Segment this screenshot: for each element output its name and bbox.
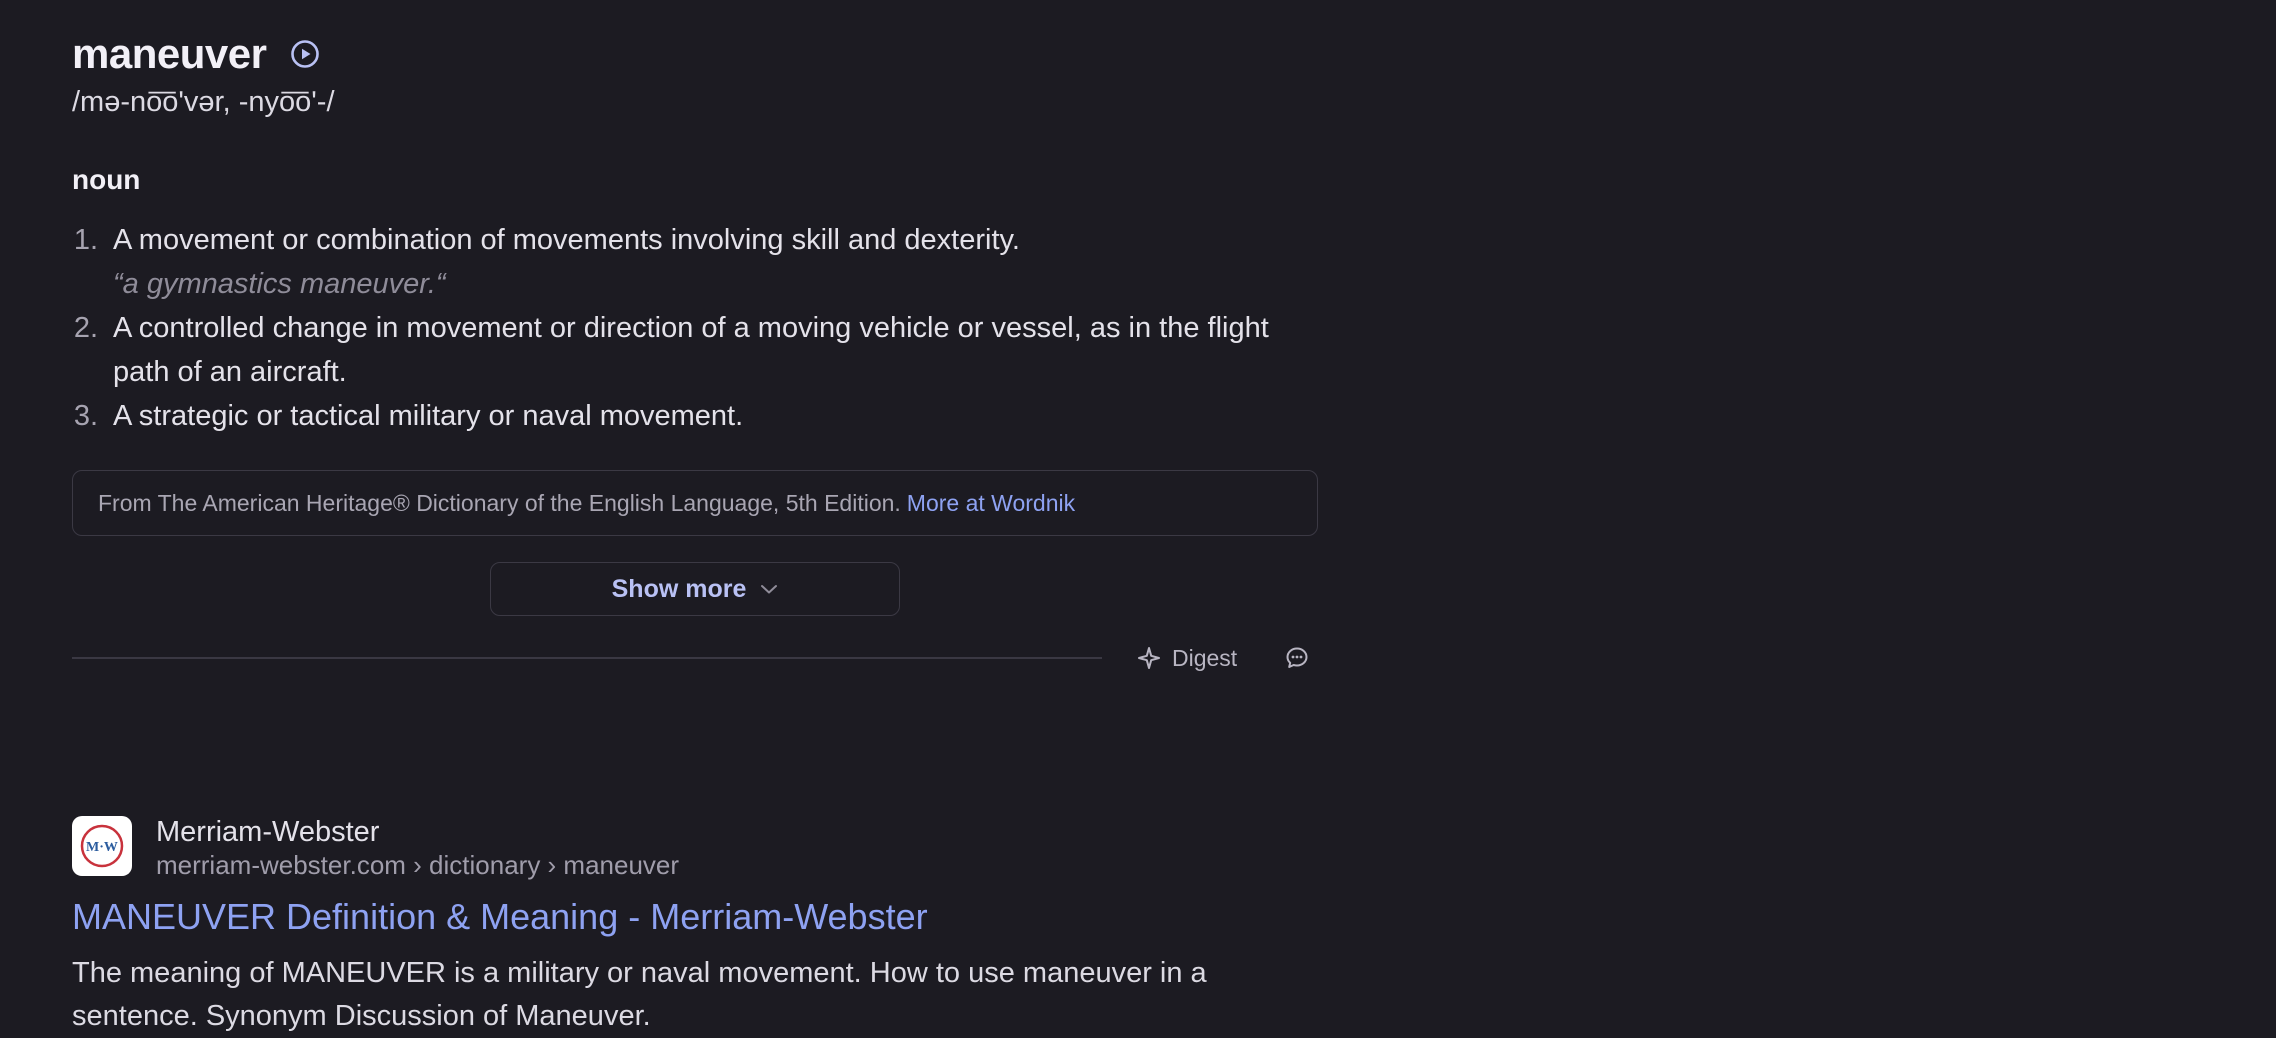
source-attribution: From The American Heritage® Dictionary o… bbox=[72, 470, 1318, 536]
definition-word: maneuver bbox=[72, 30, 267, 77]
merriam-webster-logo-icon: M·W bbox=[72, 816, 132, 876]
pronunciation: /mə-no͞oʹvər, -nyo͞oʹ-/ bbox=[72, 86, 335, 118]
show-more-label: Show more bbox=[611, 574, 747, 603]
chevron-down-icon bbox=[760, 583, 778, 595]
definition-text: A strategic or tactical military or nava… bbox=[113, 400, 744, 432]
feedback-button[interactable] bbox=[1282, 643, 1312, 673]
result-snippet: The meaning of MANEUVER is a military or… bbox=[72, 957, 1207, 1032]
definition-item: 2. A controlled change in movement or di… bbox=[72, 306, 1332, 394]
digest-label: Digest bbox=[1172, 644, 1238, 671]
favicon-text: M·W bbox=[86, 840, 118, 855]
result-url[interactable]: merriam-webster.com › dictionary › maneu… bbox=[156, 850, 679, 881]
definition-number: 3. bbox=[73, 400, 98, 432]
definition-text: A movement or combination of movements i… bbox=[113, 224, 1020, 256]
show-more-button[interactable]: Show more bbox=[490, 562, 900, 616]
play-pronunciation-button[interactable] bbox=[290, 39, 320, 69]
part-of-speech: noun bbox=[72, 164, 141, 195]
definition-number: 2. bbox=[73, 312, 98, 344]
definition-example: “a gymnastics maneuver.“ bbox=[113, 268, 446, 300]
definition-item: 1. A movement or combination of movement… bbox=[72, 218, 1332, 306]
definition-text: A controlled change in movement or direc… bbox=[113, 312, 1269, 388]
definition-list: 1. A movement or combination of movement… bbox=[72, 218, 1332, 438]
definition-item: 3. A strategic or tactical military or n… bbox=[72, 394, 1332, 438]
digest-button[interactable]: Digest bbox=[1136, 640, 1237, 676]
wordnik-link[interactable]: More at Wordnik bbox=[907, 490, 1075, 517]
chat-bubble-icon bbox=[1286, 647, 1308, 668]
result-site-name[interactable]: Merriam-Webster bbox=[156, 816, 379, 849]
play-circle-icon bbox=[291, 40, 320, 68]
section-divider bbox=[72, 657, 1102, 659]
definition-number: 1. bbox=[73, 224, 98, 256]
source-text: From The American Heritage® Dictionary o… bbox=[98, 489, 901, 516]
sparkle-icon bbox=[1138, 647, 1160, 669]
word-header: maneuver bbox=[72, 22, 320, 86]
result-title-link[interactable]: MANEUVER Definition & Meaning - Merriam-… bbox=[72, 896, 928, 938]
